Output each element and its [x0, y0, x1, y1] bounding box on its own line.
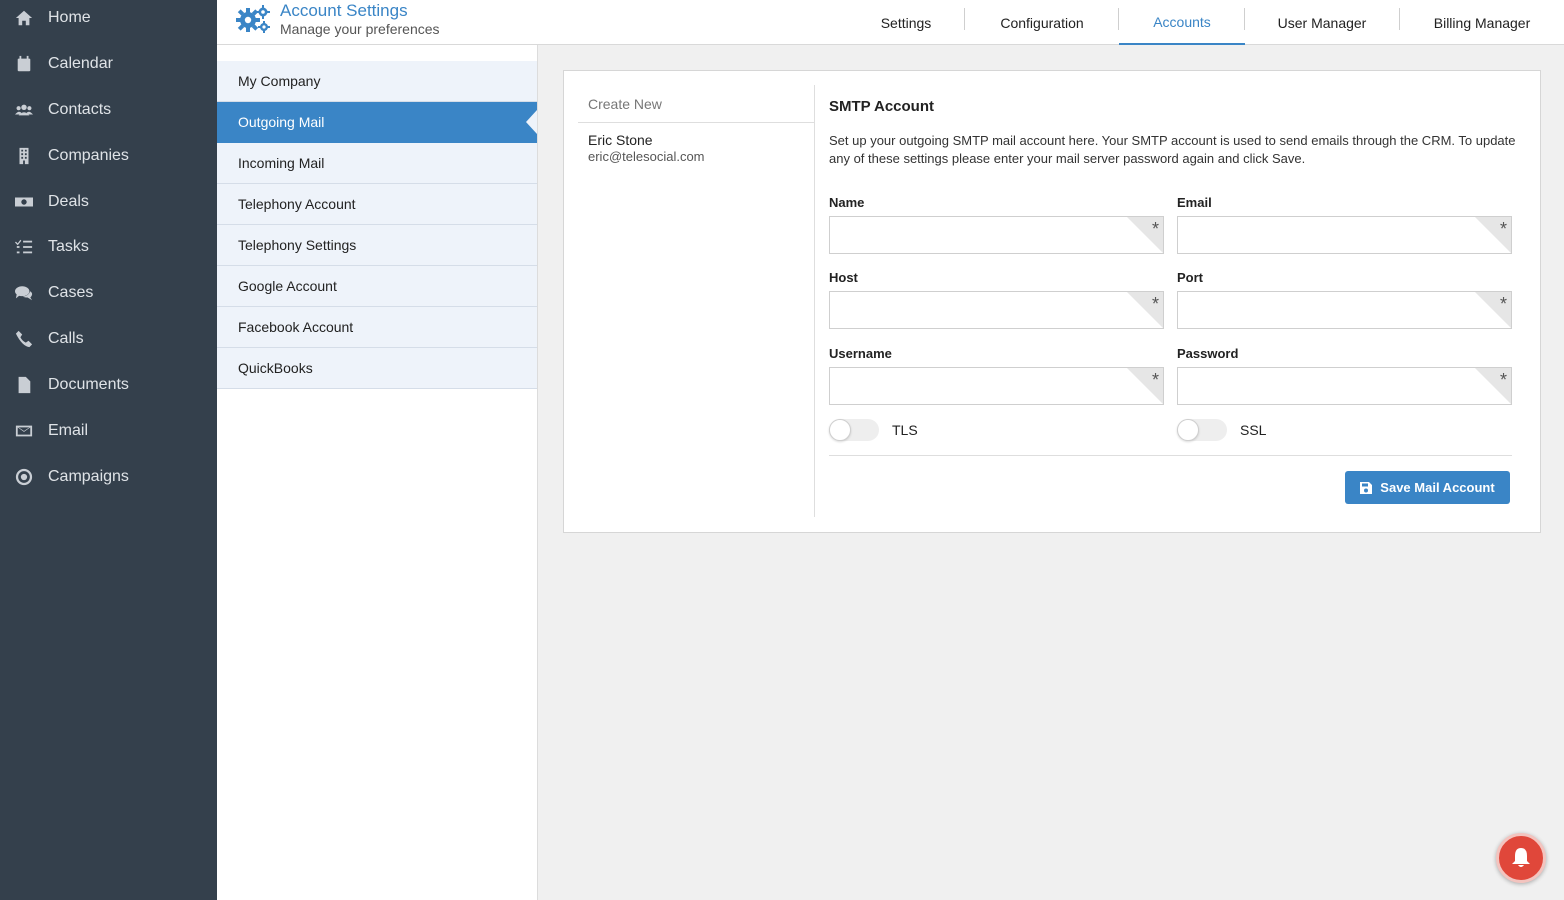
form-divider — [829, 455, 1512, 456]
nav-item-label: Cases — [48, 284, 94, 301]
host-input[interactable] — [830, 292, 1163, 328]
nav-item-home[interactable]: Home — [0, 0, 217, 40]
tab-configuration[interactable]: Configuration — [983, 0, 1101, 45]
save-button-label: Save Mail Account — [1380, 480, 1495, 495]
tasks-icon — [0, 238, 48, 256]
nav-item-deals[interactable]: Deals — [0, 180, 217, 224]
page-subtitle: Manage your preferences — [280, 21, 440, 37]
nav-item-label: Tasks — [48, 238, 89, 255]
settings-item-my-company[interactable]: My Company — [217, 61, 537, 102]
nav-item-calendar[interactable]: Calendar — [0, 42, 217, 86]
tab-separator — [1244, 8, 1245, 30]
home-icon — [0, 9, 48, 27]
password-label: Password — [1177, 346, 1239, 361]
page-header: Account Settings Manage your preferences… — [217, 0, 1564, 45]
phone-icon — [0, 330, 48, 348]
tab-user-manager[interactable]: User Manager — [1261, 0, 1383, 45]
settings-item-telephony-settings[interactable]: Telephony Settings — [217, 225, 537, 266]
save-mail-account-button[interactable]: Save Mail Account — [1345, 471, 1510, 504]
ssl-toggle[interactable] — [1177, 419, 1227, 441]
nav-item-label: Calls — [48, 330, 84, 347]
settings-menu: My Company Outgoing Mail Incoming Mail T… — [217, 45, 538, 900]
comments-icon — [0, 284, 48, 302]
form-description: Set up your outgoing SMTP mail account h… — [829, 133, 1516, 166]
account-entry[interactable]: Eric Stone eric@telesocial.com — [588, 132, 705, 164]
required-icon: * — [1151, 294, 1159, 314]
nav-item-label: Documents — [48, 376, 129, 393]
tab-billing-manager[interactable]: Billing Manager — [1419, 0, 1545, 45]
nav-item-label: Calendar — [48, 55, 113, 72]
email-label: Email — [1177, 195, 1212, 210]
account-list: Create New Eric Stone eric@telesocial.co… — [578, 85, 815, 517]
toggle-knob — [1177, 419, 1199, 441]
calendar-icon — [0, 55, 48, 73]
gears-icon — [235, 4, 271, 34]
settings-item-quickbooks[interactable]: QuickBooks — [217, 348, 537, 389]
nav-item-label: Campaigns — [48, 468, 129, 485]
document-icon — [0, 376, 48, 394]
bell-icon — [1512, 848, 1530, 867]
target-icon — [0, 468, 48, 486]
nav-item-documents[interactable]: Documents — [0, 363, 217, 407]
create-new-link[interactable]: Create New — [578, 85, 815, 123]
form-title: SMTP Account — [829, 98, 935, 115]
name-label: Name — [829, 195, 865, 210]
building-icon — [0, 147, 48, 165]
page-title: Account Settings — [280, 1, 408, 20]
name-field[interactable]: * — [829, 216, 1164, 254]
settings-item-facebook-account[interactable]: Facebook Account — [217, 307, 537, 348]
nav-item-label: Deals — [48, 193, 89, 210]
host-field[interactable]: * — [829, 291, 1164, 329]
nav-item-label: Contacts — [48, 101, 112, 118]
port-input[interactable] — [1178, 292, 1511, 328]
account-name: Eric Stone — [588, 132, 653, 148]
envelope-icon — [0, 422, 48, 440]
ssl-label: SSL — [1240, 422, 1267, 438]
name-input[interactable] — [830, 217, 1163, 253]
nav-item-companies[interactable]: Companies — [0, 134, 217, 178]
tab-separator — [1399, 8, 1400, 30]
settings-item-telephony-account[interactable]: Telephony Account — [217, 184, 537, 225]
tls-toggle[interactable] — [829, 419, 879, 441]
required-icon: * — [1151, 219, 1159, 239]
contacts-icon — [0, 101, 48, 119]
required-icon: * — [1499, 294, 1507, 314]
nav-item-label: Home — [48, 9, 91, 26]
money-icon — [0, 193, 48, 211]
save-icon — [1360, 481, 1373, 494]
settings-item-google-account[interactable]: Google Account — [217, 266, 537, 307]
nav-item-calls[interactable]: Calls — [0, 317, 217, 361]
nav-item-contacts[interactable]: Contacts — [0, 88, 217, 132]
nav-item-cases[interactable]: Cases — [0, 271, 217, 315]
port-label: Port — [1177, 270, 1203, 285]
tab-separator — [964, 8, 965, 30]
main-sidebar: Home Calendar Contacts Companies Deals T… — [0, 0, 217, 900]
port-field[interactable]: * — [1177, 291, 1512, 329]
settings-item-incoming-mail[interactable]: Incoming Mail — [217, 143, 537, 184]
required-icon: * — [1151, 370, 1159, 390]
email-input[interactable] — [1178, 217, 1511, 253]
username-label: Username — [829, 346, 892, 361]
host-label: Host — [829, 270, 858, 285]
nav-item-tasks[interactable]: Tasks — [0, 225, 217, 269]
password-input[interactable] — [1178, 368, 1511, 404]
username-field[interactable]: * — [829, 367, 1164, 405]
tab-accounts[interactable]: Accounts — [1119, 0, 1245, 45]
tab-settings[interactable]: Settings — [865, 0, 947, 45]
nav-item-campaigns[interactable]: Campaigns — [0, 455, 217, 499]
username-input[interactable] — [830, 368, 1163, 404]
settings-item-outgoing-mail[interactable]: Outgoing Mail — [217, 102, 537, 143]
account-email: eric@telesocial.com — [588, 149, 705, 164]
nav-item-label: Companies — [48, 147, 129, 164]
password-field[interactable]: * — [1177, 367, 1512, 405]
email-field[interactable]: * — [1177, 216, 1512, 254]
required-icon: * — [1499, 370, 1507, 390]
nav-item-email[interactable]: Email — [0, 409, 217, 453]
required-icon: * — [1499, 219, 1507, 239]
toggle-knob — [829, 419, 851, 441]
notification-bell-button[interactable] — [1496, 833, 1546, 883]
tls-label: TLS — [892, 422, 918, 438]
nav-item-label: Email — [48, 422, 89, 439]
smtp-card: Create New Eric Stone eric@telesocial.co… — [563, 70, 1541, 533]
